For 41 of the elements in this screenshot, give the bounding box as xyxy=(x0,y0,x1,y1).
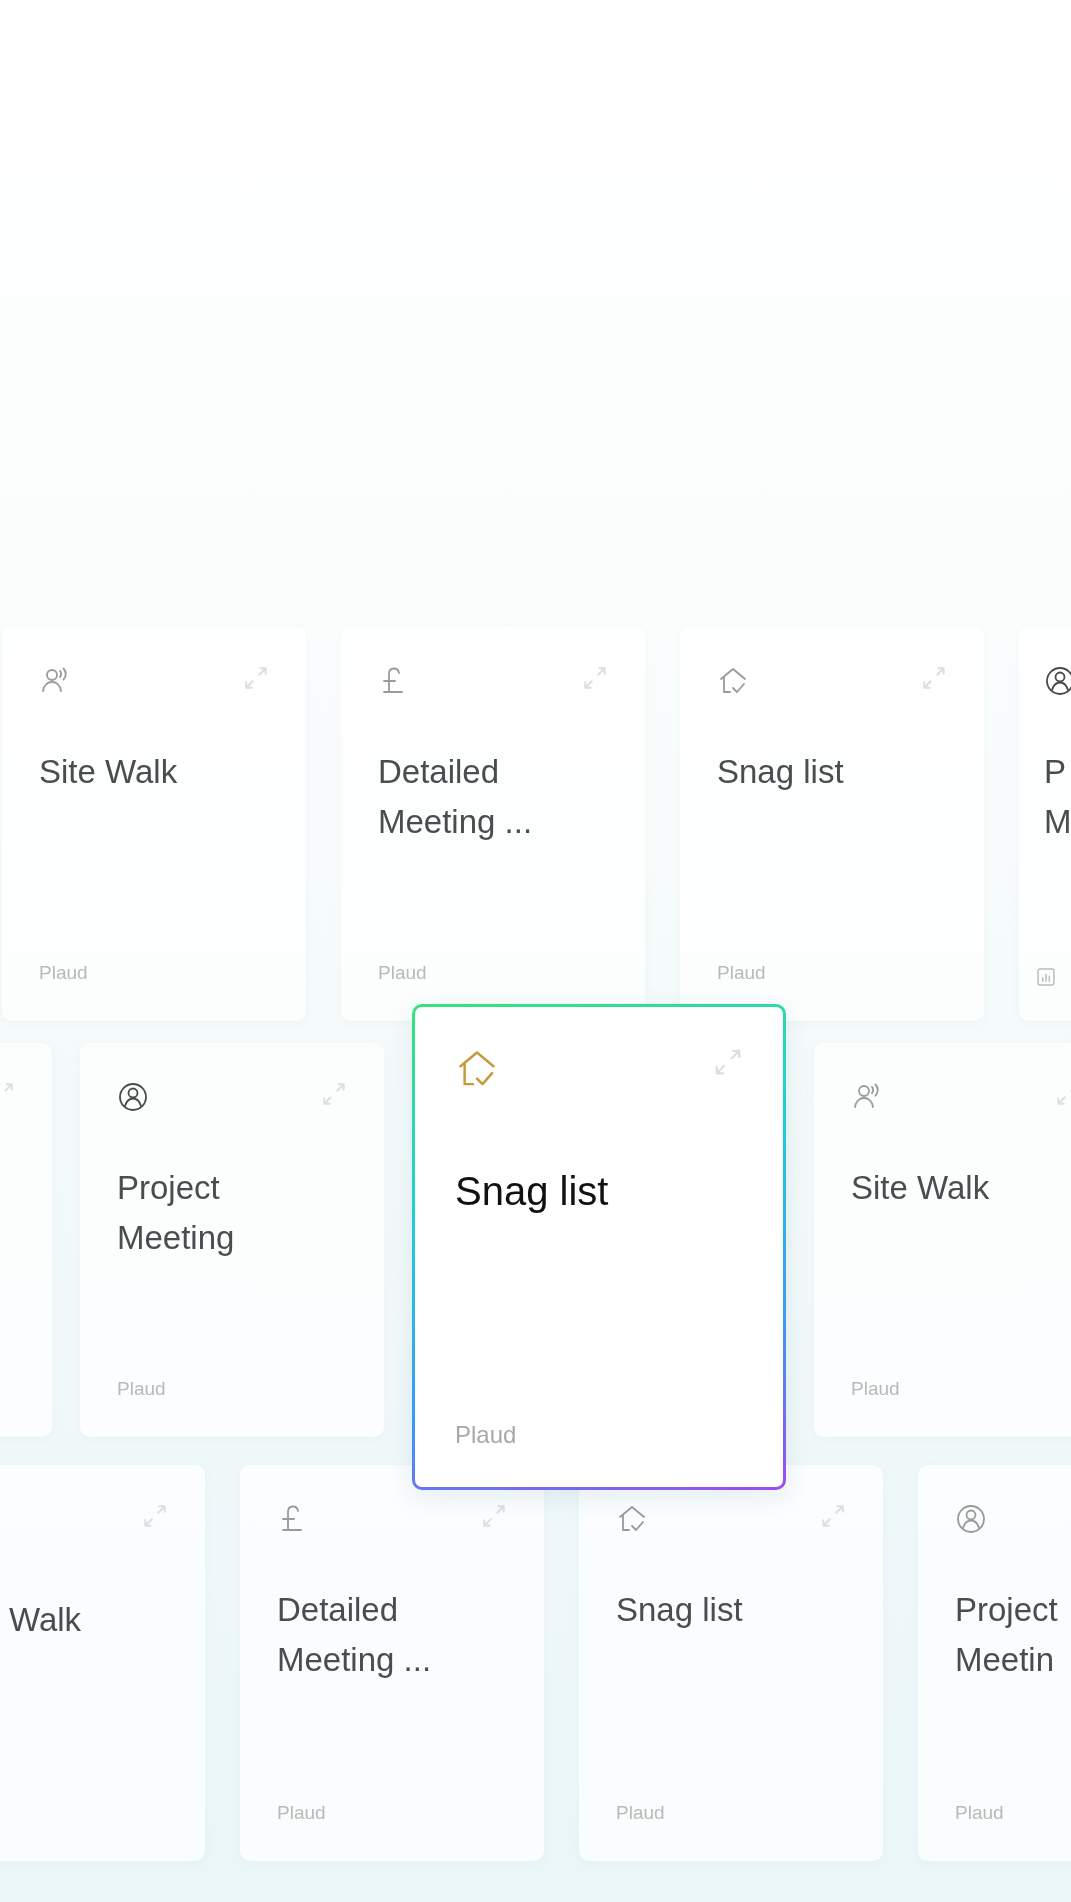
template-card[interactable]: Project Meeting Plaud xyxy=(80,1043,384,1437)
expand-icon[interactable] xyxy=(321,1081,347,1107)
card-title: P M xyxy=(1044,752,1071,842)
card-title: Snag list xyxy=(717,752,845,792)
card-source: Plaud xyxy=(717,960,767,985)
card-source: Plaud xyxy=(455,1420,518,1450)
template-card[interactable]: Snag list Plaud xyxy=(579,1465,883,1861)
template-card[interactable]: Project Meetin Plaud xyxy=(918,1465,1071,1861)
expand-icon[interactable] xyxy=(243,665,269,691)
card-source: Plaud xyxy=(39,960,89,985)
template-card[interactable]: Site Walk Plaud xyxy=(2,627,306,1021)
expand-icon[interactable] xyxy=(921,665,947,691)
card-source: Plaud xyxy=(378,960,428,985)
card-source: Plaud xyxy=(616,1800,666,1825)
card-title: Detailed Meeting ... xyxy=(378,752,534,842)
user-circle-icon xyxy=(117,1081,149,1113)
template-card[interactable]: Detailed Meeting ... Plaud xyxy=(240,1465,544,1861)
card-source: Plaud xyxy=(117,1376,167,1401)
card-title: Snag list xyxy=(455,1168,610,1215)
card-source: Plaud xyxy=(955,1800,1005,1825)
expand-icon[interactable] xyxy=(481,1503,507,1529)
card-title: Project Meeting xyxy=(117,1168,236,1258)
expand-icon[interactable] xyxy=(713,1047,743,1077)
card-source: Plaud xyxy=(851,1376,901,1401)
template-card[interactable]: P M xyxy=(1019,627,1071,1021)
card-title: Walk xyxy=(8,1600,83,1640)
template-card[interactable]: Snag list Plaud xyxy=(412,1004,786,1490)
expand-icon[interactable] xyxy=(582,665,608,691)
card-title: Detailed Meeting ... xyxy=(277,1590,433,1680)
card-title: Site Walk xyxy=(851,1168,991,1208)
template-card[interactable]: Site Walk Plaud xyxy=(814,1043,1071,1437)
card-title: Snag list xyxy=(616,1590,744,1630)
card-title: Project Meetin xyxy=(955,1590,1059,1680)
card-source: Plaud xyxy=(277,1800,327,1825)
template-card[interactable]: Snag list Plaud xyxy=(680,627,984,1021)
user-circle-icon xyxy=(955,1503,987,1535)
expand-icon[interactable] xyxy=(142,1503,168,1529)
expand-icon[interactable] xyxy=(820,1503,846,1529)
card-title: Site Walk xyxy=(39,752,179,792)
template-card[interactable]: Walk xyxy=(0,1465,205,1861)
template-card[interactable]: Detailed Meeting ... Plaud xyxy=(341,627,645,1021)
